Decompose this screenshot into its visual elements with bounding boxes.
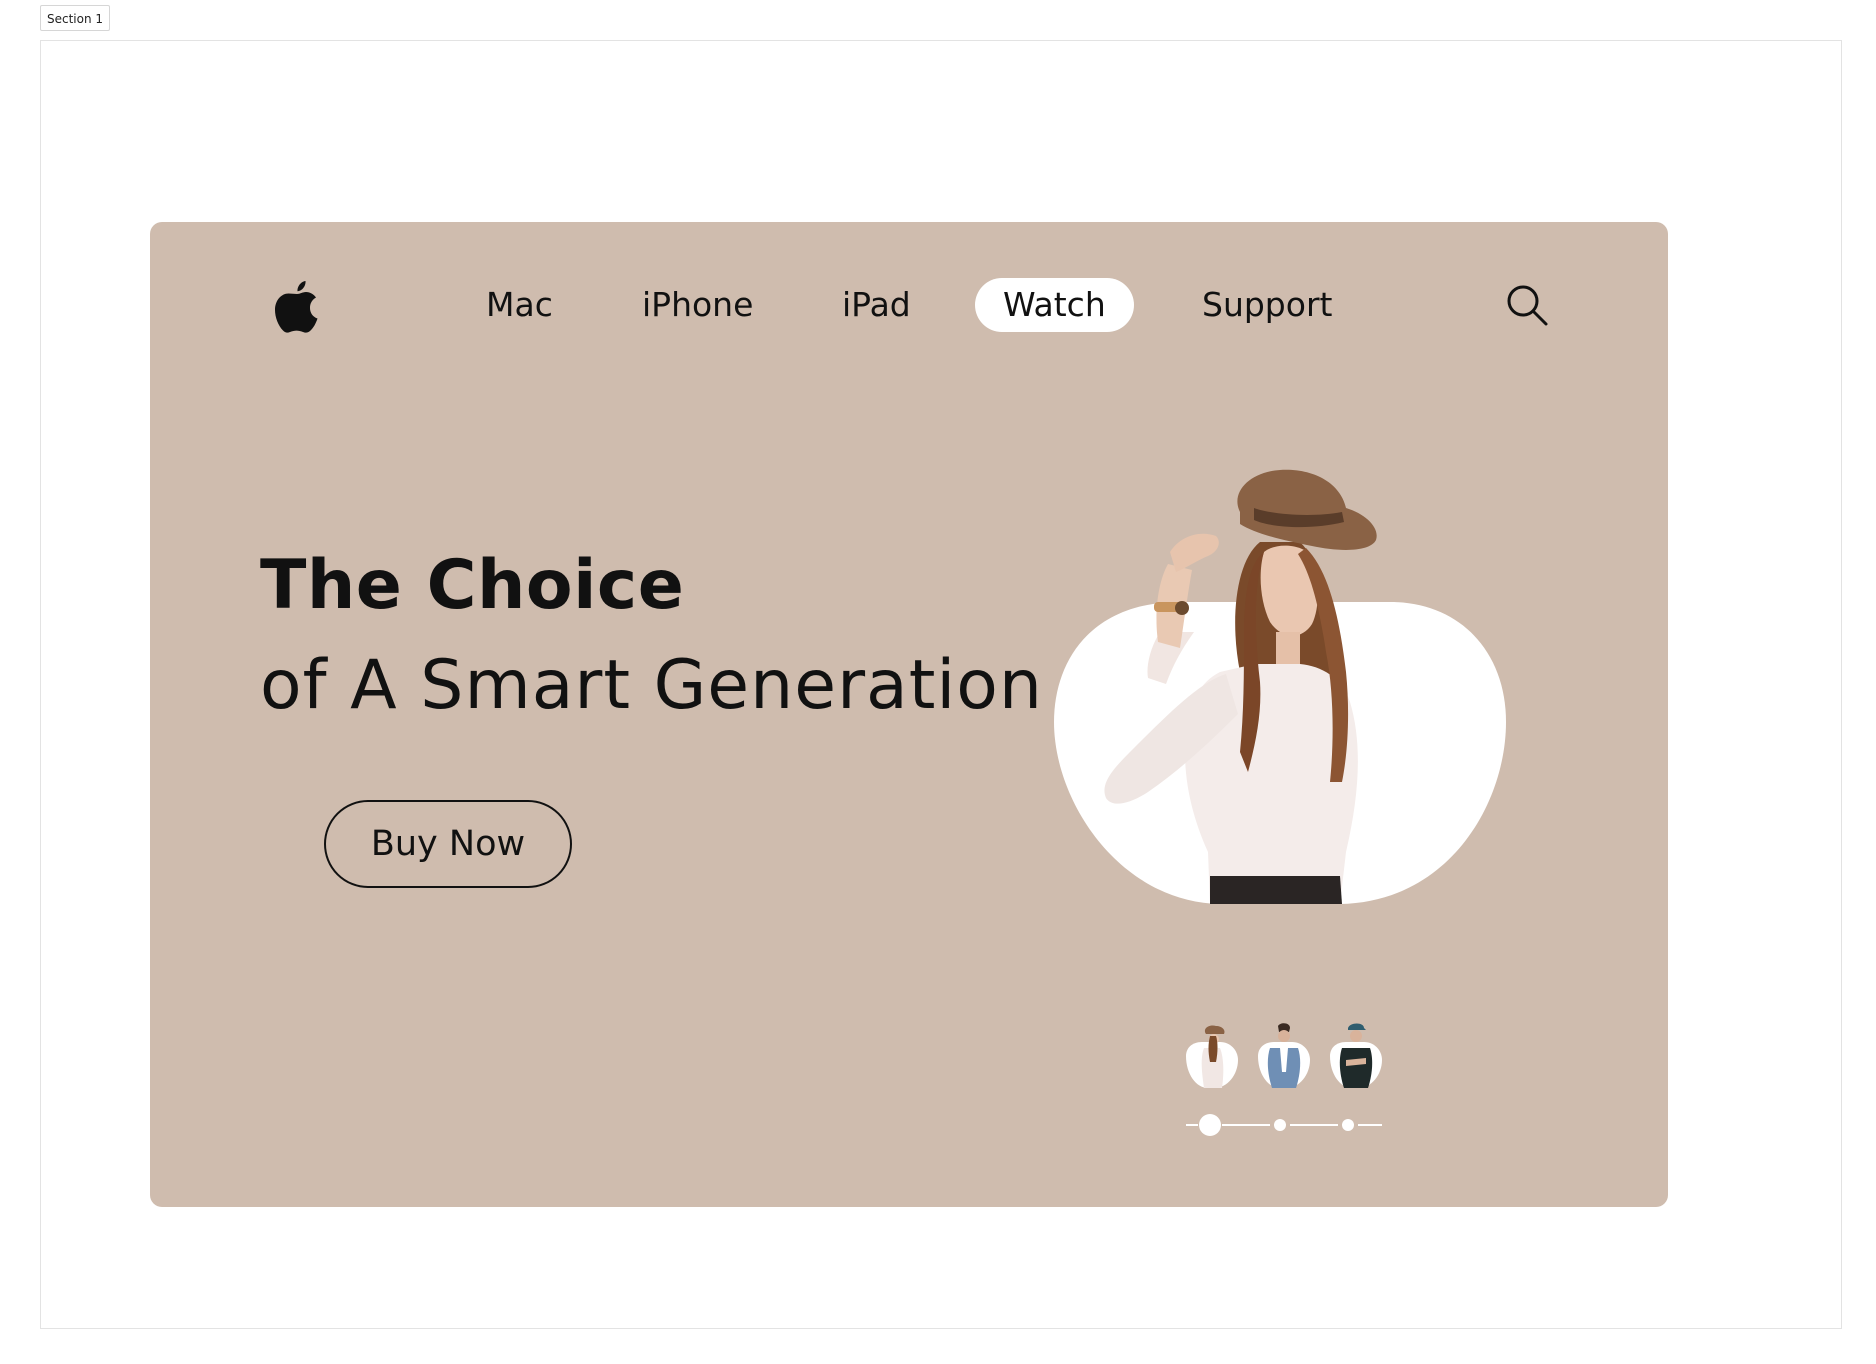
section-label: Section 1 <box>40 5 111 31</box>
carousel-thumbnails <box>1180 1022 1390 1094</box>
carousel-pagination[interactable] <box>1186 1112 1382 1138</box>
nav-item-iphone[interactable]: iPhone <box>614 278 781 332</box>
thumbnail-woman-in-hat[interactable] <box>1180 1022 1242 1092</box>
pagination-dot <box>1342 1119 1354 1131</box>
buy-now-button[interactable]: Buy Now <box>324 800 572 888</box>
search-icon[interactable] <box>1504 282 1550 328</box>
pagination-dot-active <box>1199 1114 1221 1136</box>
thumbnail-man-in-cap[interactable] <box>1324 1022 1386 1092</box>
nav-item-support[interactable]: Support <box>1174 278 1360 332</box>
hero-headline-light: of A Smart Generation <box>260 646 1043 725</box>
thumbnail-man-in-denim[interactable] <box>1252 1022 1314 1092</box>
nav-item-mac[interactable]: Mac <box>458 278 581 332</box>
nav-item-ipad[interactable]: iPad <box>814 278 939 332</box>
hero-banner: Mac iPhone iPad Watch Support The Choice… <box>150 222 1668 1207</box>
nav-item-watch[interactable]: Watch <box>975 278 1134 332</box>
pagination-dot <box>1274 1119 1286 1131</box>
main-nav: Mac iPhone iPad Watch Support <box>150 278 1668 332</box>
hero-headline-bold: The Choice <box>260 546 685 625</box>
hero-product-image <box>1054 469 1506 904</box>
